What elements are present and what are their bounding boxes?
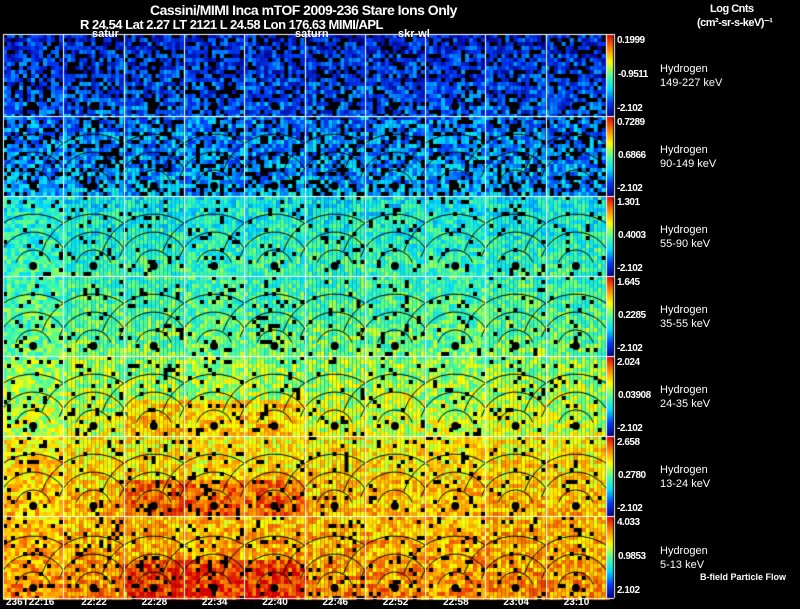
ephemeris-line: R 24.54 Lat 2.27 LT 2121 L 24.58 Lon 176… <box>80 17 384 32</box>
colorbar-mid: -0.9511 <box>618 69 648 80</box>
colorbar-min: 2.102 <box>617 585 640 596</box>
row-energy: 24-35 keV <box>660 398 711 410</box>
colorbar-max: 1.301 <box>617 197 640 208</box>
plot-title: Cassini/MIMI Inca mTOF 2009-236 Stare Io… <box>150 2 457 18</box>
row-energy: 149-227 keV <box>660 77 723 89</box>
colorbar-min: -2.102 <box>617 503 643 514</box>
colorbar-mid: 0.9853 <box>618 551 646 562</box>
panel-label: skr-wl <box>398 28 430 40</box>
time-tick-label: 23:04 <box>503 597 529 608</box>
row-species: Hydrogen <box>660 63 708 75</box>
row-energy: 13-24 keV <box>660 478 711 490</box>
row-species: Hydrogen <box>660 545 708 557</box>
colorbar-mid: 0.2285 <box>618 310 646 321</box>
time-tick-label: 22:52 <box>382 597 409 608</box>
time-tick-label: 22:34 <box>201 597 228 608</box>
colorbar-max: 0.1999 <box>617 35 645 46</box>
time-tick-label: 22:28 <box>141 597 168 608</box>
row-energy: 35-55 keV <box>660 318 711 330</box>
row-species: Hydrogen <box>660 304 708 316</box>
row-species: Hydrogen <box>660 464 708 476</box>
colorbar-unit-formula: (cm²-sr-s-keV)⁻¹ <box>697 17 773 29</box>
time-tick-label: 22:22 <box>81 597 107 608</box>
colorbar-min: -2.102 <box>617 423 643 434</box>
colorbar-mid: 0.03908 <box>618 390 651 401</box>
colorbar-max: 4.033 <box>617 517 640 528</box>
legend-note: B-field Particle Flow <box>700 572 787 582</box>
time-tick-label: 22:46 <box>322 597 349 608</box>
time-tick-label: 22:58 <box>443 597 469 608</box>
row-energy: 55-90 keV <box>660 238 711 250</box>
row-species: Hydrogen <box>660 144 708 156</box>
row-energy: 90-149 keV <box>660 158 717 170</box>
row-energy: 5-13 keV <box>660 559 705 571</box>
colorbar-min: -2.102 <box>617 103 643 114</box>
colorbar-max: 0.7289 <box>617 117 645 128</box>
colorbar-max: 1.645 <box>617 277 640 288</box>
colorbar-max: 2.658 <box>617 437 640 448</box>
colorbar-mid: 0.2780 <box>618 470 646 481</box>
colorbar-min: -2.102 <box>617 263 643 274</box>
colorbar-min: -2.102 <box>617 343 643 354</box>
time-tick-label: 23:10 <box>563 597 590 608</box>
colorbar-mid: 0.4003 <box>618 230 646 241</box>
row-species: Hydrogen <box>660 384 708 396</box>
panel-label: satur <box>92 28 119 40</box>
colorbar-mid: 0.6866 <box>618 150 646 161</box>
time-tick-label: 22:40 <box>262 597 288 608</box>
colorbar-min: -2.102 <box>617 183 643 194</box>
row-species: Hydrogen <box>660 224 708 236</box>
colorbar-max: 2.024 <box>617 357 640 368</box>
time-tick-label: 236T22:16 <box>6 597 55 608</box>
colorbar-unit: Log Cnts <box>710 3 754 15</box>
panel-label: saturn <box>295 28 329 40</box>
